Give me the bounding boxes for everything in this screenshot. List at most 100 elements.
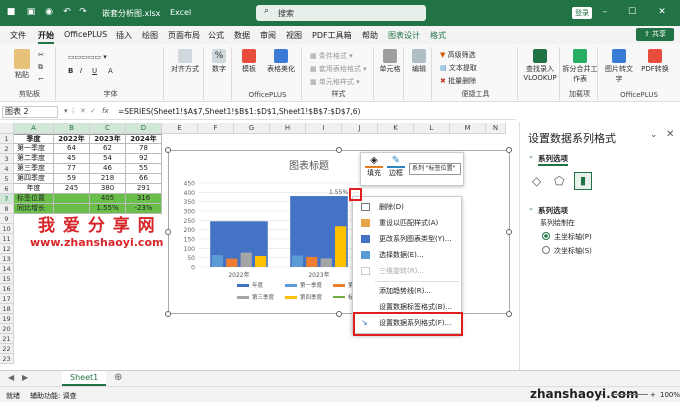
menu-item-add-trendline[interactable]: 添加趋势线(R)... xyxy=(353,283,461,299)
row-header[interactable]: 10 xyxy=(0,224,14,234)
cells-button[interactable]: 单元格 xyxy=(378,49,402,74)
table-header-cell[interactable]: 季度 xyxy=(14,134,54,144)
row-header[interactable]: 3 xyxy=(0,154,14,164)
quarter-bar[interactable] xyxy=(306,256,318,267)
row-header[interactable]: 20 xyxy=(0,324,14,334)
row-header[interactable]: 6 xyxy=(0,184,14,194)
series-options-tab[interactable]: 系列选项 xyxy=(538,153,568,166)
row-header[interactable]: 5 xyxy=(0,174,14,184)
tab-pdf-tools[interactable]: PDF工具箱 xyxy=(312,30,352,41)
chart-resize-handle[interactable] xyxy=(165,229,171,235)
table-cell[interactable]: 54 xyxy=(90,154,126,164)
zoom-in-icon[interactable]: + xyxy=(650,391,656,399)
table-cell[interactable]: 62 xyxy=(90,144,126,154)
cancel-icon[interactable]: ✕ xyxy=(80,107,86,115)
close-icon[interactable]: ✕ xyxy=(655,5,669,19)
table-header-cell[interactable]: 2022年 xyxy=(54,134,90,144)
minimize-icon[interactable]: – xyxy=(598,5,612,19)
table-cell[interactable]: 年度 xyxy=(14,184,54,194)
table-cell[interactable]: 77 xyxy=(54,164,90,174)
effects-icon[interactable]: ⬠ xyxy=(554,174,564,188)
chart-resize-handle[interactable] xyxy=(336,147,342,153)
series-select-dropdown[interactable]: 系列 "标签位置" xyxy=(409,163,461,175)
table-cell[interactable]: 405 xyxy=(90,194,126,204)
tab-chart-design[interactable]: 图表设计 xyxy=(388,30,420,41)
zoom-out-icon[interactable]: − xyxy=(600,391,606,399)
adv-filter-button[interactable]: ▼ 高级筛选 xyxy=(440,50,476,60)
search-box[interactable]: ⌕ 搜索 xyxy=(256,5,426,21)
tab-formulas[interactable]: 公式 xyxy=(208,30,224,41)
next-sheet-icon[interactable]: ▶ xyxy=(22,373,28,382)
quarter-bar[interactable] xyxy=(254,255,267,267)
row-header[interactable]: 19 xyxy=(0,314,14,324)
pane-close-icon[interactable]: ✕ xyxy=(666,129,674,140)
quarter-bar[interactable] xyxy=(320,258,332,267)
chart-resize-handle[interactable] xyxy=(506,229,512,235)
fx-icon[interactable]: fx xyxy=(102,107,109,115)
quarter-bar[interactable] xyxy=(240,252,252,267)
edit-button[interactable]: 编辑 xyxy=(408,49,430,74)
row-header[interactable]: 18 xyxy=(0,304,14,314)
table-cell[interactable]: 66 xyxy=(126,174,162,184)
table-cell[interactable]: 59 xyxy=(54,174,90,184)
menu-item-reset-style[interactable]: 重设以匹配样式(A) xyxy=(353,215,461,231)
tab-officeplus[interactable]: OfficePLUS xyxy=(64,30,107,39)
batch-delete-button[interactable]: ✖ 批量删除 xyxy=(440,76,476,86)
chart-resize-handle[interactable] xyxy=(506,311,512,317)
tab-draw[interactable]: 绘图 xyxy=(142,30,158,41)
series-options-icon[interactable]: ▮ xyxy=(574,172,592,190)
name-box-dropdown-icon[interactable]: ▾ ⋮ xyxy=(64,107,77,115)
tab-format[interactable]: 格式 xyxy=(430,30,446,41)
column-header[interactable]: I xyxy=(306,123,342,134)
redo-icon[interactable]: ↷ xyxy=(76,5,90,19)
column-header[interactable]: F xyxy=(198,123,234,134)
column-header[interactable]: B xyxy=(54,123,90,134)
column-header[interactable]: K xyxy=(378,123,414,134)
column-header[interactable]: J xyxy=(342,123,378,134)
format-painter-icon[interactable]: ⌐ xyxy=(38,75,44,83)
zoom-slider[interactable] xyxy=(612,394,648,395)
border-button[interactable]: ✎ 边框 xyxy=(387,155,405,178)
row-header[interactable]: 9 xyxy=(0,214,14,224)
menu-item-change-chart-type[interactable]: 更改系列图表类型(Y)... xyxy=(353,231,461,247)
template-button[interactable]: 模板 xyxy=(238,49,260,74)
row-header[interactable]: 11 xyxy=(0,234,14,244)
quarter-bar[interactable] xyxy=(291,255,304,267)
column-header[interactable]: N xyxy=(486,123,506,134)
paste-button[interactable]: 粘贴 xyxy=(12,49,32,80)
row-header[interactable]: 12 xyxy=(0,244,14,254)
column-header[interactable]: L xyxy=(414,123,450,134)
section-chevron-icon[interactable]: ⌄ xyxy=(528,152,534,160)
row-header[interactable]: 17 xyxy=(0,294,14,304)
split-merge-button[interactable]: 拆分合并工作表 xyxy=(562,49,598,84)
pane-options-icon[interactable]: ⌄ xyxy=(650,130,658,140)
underline-icon[interactable]: U xyxy=(92,67,97,75)
number-button[interactable]: % 数字 xyxy=(208,49,230,74)
table-cell[interactable]: 第三季度 xyxy=(14,164,54,174)
column-header[interactable]: E xyxy=(162,123,198,134)
share-button[interactable]: ⇪ 共享 xyxy=(636,28,674,41)
fill-line-icon[interactable]: ◇ xyxy=(532,174,541,188)
table-cell[interactable]: 245 xyxy=(54,184,90,194)
column-header[interactable]: H xyxy=(270,123,306,134)
tab-insert[interactable]: 插入 xyxy=(116,30,132,41)
beautify-button[interactable]: 表格美化 xyxy=(264,49,298,74)
table-cell[interactable]: 第一季度 xyxy=(14,144,54,154)
font-color-icon[interactable]: A xyxy=(108,67,113,75)
row-header[interactable]: 16 xyxy=(0,284,14,294)
column-header[interactable]: A xyxy=(14,123,54,134)
row-header[interactable]: 23 xyxy=(0,354,14,364)
img-to-text-button[interactable]: 图片转文字 xyxy=(602,49,636,84)
cell-style-button[interactable]: ▦ 单元格样式 ▾ xyxy=(310,77,360,87)
table-cell[interactable] xyxy=(54,194,90,204)
tab-data[interactable]: 数据 xyxy=(234,30,250,41)
copy-icon[interactable]: ⧉ xyxy=(38,63,43,72)
row-header[interactable]: 8 xyxy=(0,204,14,214)
login-button[interactable]: 登录 xyxy=(572,7,592,19)
row-header[interactable]: 14 xyxy=(0,264,14,274)
table-cell[interactable]: 标签位置 xyxy=(14,194,54,204)
tab-view[interactable]: 视图 xyxy=(286,30,302,41)
enter-icon[interactable]: ✓ xyxy=(90,107,96,115)
table-cell[interactable]: 64 xyxy=(54,144,90,154)
font-name-dropdown[interactable]: ▭▭▭▭▭ ▾ xyxy=(68,53,107,61)
